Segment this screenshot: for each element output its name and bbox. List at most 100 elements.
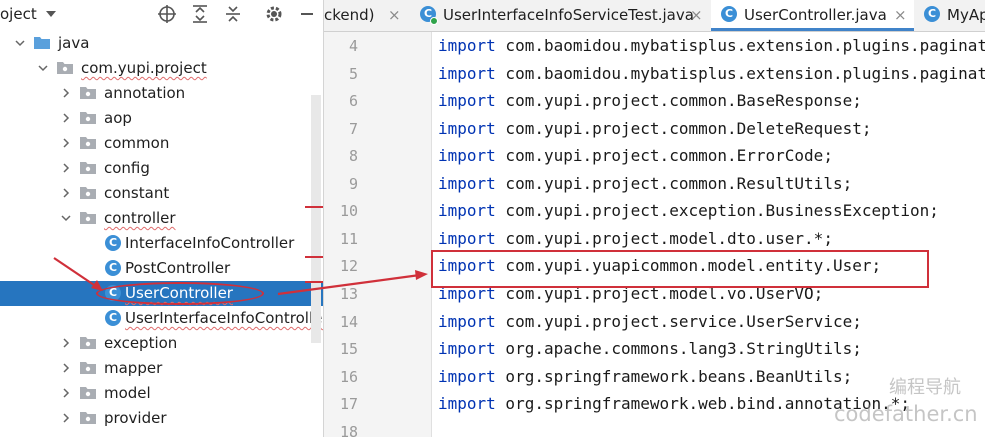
- chevron-right-icon[interactable]: [60, 337, 72, 349]
- code-line: import org.springframework.beans.BeanUti…: [438, 367, 852, 386]
- tree-item-folder[interactable]: controller: [0, 206, 323, 231]
- tree-item-class[interactable]: C PostController: [0, 256, 323, 281]
- tree-item-label: aop: [104, 109, 132, 127]
- tree-item-folder[interactable]: common: [0, 131, 323, 156]
- keyword-import: import: [438, 339, 496, 359]
- line-number: 15: [339, 340, 358, 359]
- tree-item-folder[interactable]: com.yupi.project: [0, 56, 323, 81]
- chevron-right-icon[interactable]: [60, 87, 72, 99]
- tree-item-label: exception: [104, 334, 178, 352]
- line-number: 14: [339, 312, 358, 331]
- tree-item-folder[interactable]: config: [0, 156, 323, 181]
- tab-label: MyAp: [947, 6, 985, 24]
- editor-tab[interactable]: C UserInterfaceInfoServiceTest.java ×: [410, 0, 711, 31]
- keyword-import: import: [438, 118, 496, 138]
- close-icon[interactable]: ×: [388, 6, 401, 24]
- tree-item-label: provider: [104, 409, 167, 427]
- chevron-right-icon[interactable]: [60, 162, 72, 174]
- keyword-import: import: [438, 201, 496, 221]
- class-icon: C: [105, 235, 121, 251]
- code-line: import com.baomidou.mybatisplus.extensio…: [438, 36, 985, 55]
- import-path: com.yupi.project.common.BaseResponse;: [495, 91, 862, 111]
- expand-all-icon[interactable]: [190, 4, 210, 24]
- watermark-url: codefather.cn: [834, 402, 978, 426]
- import-path: com.baomidou.mybatisplus.extension.plugi…: [495, 36, 985, 55]
- tree-item-label: model: [104, 384, 151, 402]
- class-icon: C: [721, 6, 737, 22]
- code-line: import com.yupi.project.model.dto.user.*…: [438, 229, 833, 248]
- keyword-import: import: [438, 36, 496, 55]
- keyword-import: import: [438, 311, 496, 331]
- editor-tab[interactable]: C UserController.java ×: [711, 0, 914, 31]
- tab-label: UserInterfaceInfoServiceTest.java: [443, 6, 694, 24]
- close-icon[interactable]: ×: [690, 6, 703, 24]
- tree-item-folder[interactable]: aop: [0, 106, 323, 131]
- tree-item-label: annotation: [104, 84, 186, 102]
- locate-icon[interactable]: [157, 4, 177, 24]
- red-mark: [305, 256, 323, 258]
- package-folder-icon: [80, 112, 96, 124]
- editor-tab-bar: ckend) × C UserInterfaceInfoServiceTest.jav…: [324, 0, 985, 32]
- chevron-right-icon[interactable]: [60, 412, 72, 424]
- minimize-icon[interactable]: [297, 4, 317, 24]
- import-path: com.yupi.project.common.DeleteRequest;: [495, 118, 872, 138]
- test-marker-icon: [430, 17, 438, 25]
- tree-item-folder[interactable]: exception: [0, 331, 323, 356]
- import-path: com.yupi.project.common.ErrorCode;: [495, 146, 833, 166]
- import-path: com.yupi.project.exception.BusinessExcep…: [495, 201, 939, 221]
- editor-tab[interactable]: C MyAp: [914, 0, 985, 31]
- tree-item-label: mapper: [104, 359, 163, 377]
- tree-item-class[interactable]: C InterfaceInfoController: [0, 231, 323, 256]
- close-icon[interactable]: ×: [894, 6, 907, 24]
- tree-item-folder[interactable]: annotation: [0, 81, 323, 106]
- chevron-down-icon[interactable]: [37, 62, 49, 74]
- tree-item-folder[interactable]: constant: [0, 181, 323, 206]
- line-number: 9: [348, 174, 358, 193]
- line-number: 7: [348, 119, 358, 138]
- project-panel: oject java com.yupi.project annotation aop c…: [0, 0, 323, 437]
- tree-item-class[interactable]: C UserInterfaceInfoController: [0, 306, 323, 331]
- chevron-right-icon[interactable]: [60, 137, 72, 149]
- code-line: import org.apache.commons.lang3.StringUt…: [438, 339, 862, 358]
- chevron-down-icon[interactable]: [14, 37, 26, 49]
- package-folder-icon: [57, 62, 73, 74]
- line-number: 10: [339, 202, 358, 221]
- keyword-import: import: [438, 366, 496, 386]
- red-mark: [305, 206, 323, 208]
- chevron-right-icon[interactable]: [60, 112, 72, 124]
- tree-item-folder[interactable]: model: [0, 381, 323, 406]
- tree-item-label: UserInterfaceInfoController: [125, 309, 323, 327]
- package-folder-icon: [80, 137, 96, 149]
- line-number: 8: [348, 147, 358, 166]
- package-folder-icon: [80, 337, 96, 349]
- keyword-import: import: [438, 173, 496, 193]
- tree-item-label: config: [104, 159, 150, 177]
- gear-icon[interactable]: [264, 4, 284, 24]
- class-icon: C: [105, 260, 121, 276]
- package-folder-icon: [80, 362, 96, 374]
- chevron-down-icon[interactable]: [60, 212, 72, 224]
- chevron-right-icon[interactable]: [60, 362, 72, 374]
- chevron-right-icon[interactable]: [60, 187, 72, 199]
- code-line: import com.yupi.project.common.ResultUti…: [438, 174, 852, 193]
- tree-item-folder[interactable]: mapper: [0, 356, 323, 381]
- chevron-right-icon[interactable]: [60, 387, 72, 399]
- tree-item-folder[interactable]: provider: [0, 406, 323, 431]
- dropdown-icon[interactable]: [44, 7, 58, 21]
- highlight-ellipse: [96, 282, 264, 305]
- highlight-box: [431, 250, 929, 288]
- tree-item-label: controller: [104, 209, 176, 227]
- keyword-import: import: [438, 394, 496, 414]
- tree-item-label: constant: [104, 184, 170, 202]
- tree-item-label: PostController: [125, 259, 231, 277]
- tree-item-label: com.yupi.project: [81, 59, 207, 77]
- editor-tab[interactable]: ckend) ×: [324, 0, 410, 31]
- code-line: import com.yupi.project.exception.Busine…: [438, 201, 939, 220]
- tree-item-folder[interactable]: java: [0, 31, 323, 56]
- collapse-all-icon[interactable]: [223, 4, 243, 24]
- tree-item-label: common: [104, 134, 170, 152]
- package-folder-icon: [80, 162, 96, 174]
- tree-scrollbar[interactable]: [311, 95, 321, 343]
- code-line: import com.yupi.project.common.DeleteReq…: [438, 119, 871, 138]
- package-folder-icon: [80, 87, 96, 99]
